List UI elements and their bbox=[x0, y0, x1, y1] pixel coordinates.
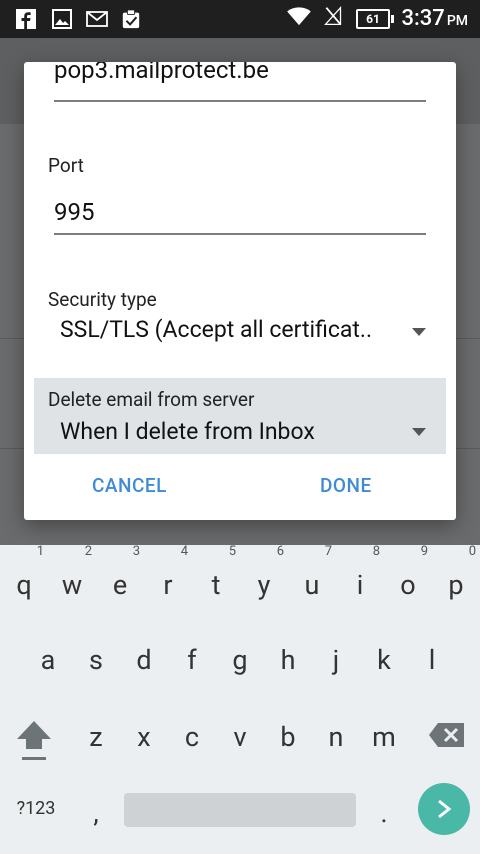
key-m[interactable]: m bbox=[360, 709, 408, 765]
server-field[interactable]: pop3.mailprotect.be bbox=[54, 62, 269, 84]
key-label: u bbox=[304, 569, 320, 601]
key-hint: 1 bbox=[36, 544, 44, 559]
gallery-icon bbox=[52, 9, 72, 29]
key-h[interactable]: h bbox=[264, 632, 312, 688]
key-label: i bbox=[356, 569, 364, 601]
dropdown-arrow-icon bbox=[412, 428, 426, 436]
key-g[interactable]: g bbox=[216, 632, 264, 688]
key-label: y bbox=[257, 569, 271, 601]
key-l[interactable]: l bbox=[408, 632, 456, 688]
port-field-underline bbox=[54, 233, 426, 235]
key-hint: 8 bbox=[372, 544, 380, 559]
clock: 3:37 PM bbox=[402, 6, 469, 31]
soft-keyboard: 1q2w3e4r5t6y7u8i9o0p asdfghjkl zxcvbnm ?… bbox=[0, 545, 480, 854]
delete-email-dropdown[interactable]: Delete email from server When I delete f… bbox=[34, 378, 446, 454]
clipboard-check-icon bbox=[122, 9, 140, 29]
delete-email-label: Delete email from server bbox=[48, 388, 255, 411]
key-label: e bbox=[112, 569, 128, 601]
server-value: pop3.mailprotect.be bbox=[54, 62, 269, 84]
symbols-key[interactable]: ?123 bbox=[10, 781, 62, 837]
server-field-underline bbox=[54, 100, 426, 102]
comma-key[interactable]: , bbox=[72, 785, 120, 841]
key-x[interactable]: x bbox=[120, 709, 168, 765]
key-s[interactable]: s bbox=[72, 632, 120, 688]
battery-level: 61 bbox=[366, 12, 380, 26]
battery-icon: 61 bbox=[356, 9, 394, 29]
wifi-icon bbox=[287, 7, 311, 26]
key-d[interactable]: d bbox=[120, 632, 168, 688]
clock-ampm: PM bbox=[446, 13, 468, 29]
key-hint: 2 bbox=[84, 544, 92, 559]
key-label: w bbox=[61, 569, 83, 601]
key-e[interactable]: 3e bbox=[96, 545, 144, 613]
key-t[interactable]: 5t bbox=[192, 545, 240, 613]
key-a[interactable]: a bbox=[24, 632, 72, 688]
key-hint: 9 bbox=[420, 544, 428, 559]
key-label: p bbox=[448, 569, 464, 601]
chevron-right-icon bbox=[438, 799, 452, 819]
incoming-server-settings-dialog: pop3.mailprotect.be Port 995 Security ty… bbox=[24, 62, 456, 520]
next-key[interactable] bbox=[418, 783, 470, 835]
space-key[interactable] bbox=[124, 793, 356, 827]
key-label: t bbox=[211, 569, 221, 601]
shift-key[interactable] bbox=[10, 713, 58, 769]
shift-arrow-icon bbox=[17, 721, 51, 760]
security-type-dropdown[interactable]: SSL/TLS (Accept all certificat.. bbox=[34, 314, 446, 350]
key-v[interactable]: v bbox=[216, 709, 264, 765]
key-label: o bbox=[400, 569, 416, 601]
key-r[interactable]: 4r bbox=[144, 545, 192, 613]
key-w[interactable]: 2w bbox=[48, 545, 96, 613]
key-hint: 7 bbox=[324, 544, 332, 559]
dropdown-arrow-icon bbox=[412, 328, 426, 336]
no-signal-icon bbox=[324, 6, 342, 25]
key-label: q bbox=[16, 569, 32, 601]
key-y[interactable]: 6y bbox=[240, 545, 288, 613]
facebook-icon bbox=[16, 9, 36, 29]
backspace-key[interactable] bbox=[422, 713, 470, 769]
port-field[interactable]: 995 bbox=[54, 198, 94, 226]
key-hint: 4 bbox=[180, 544, 188, 559]
key-b[interactable]: b bbox=[264, 709, 312, 765]
key-hint: 0 bbox=[468, 544, 476, 559]
key-z[interactable]: z bbox=[72, 709, 120, 765]
period-key[interactable]: . bbox=[360, 785, 408, 841]
security-type-label: Security type bbox=[48, 288, 157, 311]
key-f[interactable]: f bbox=[168, 632, 216, 688]
key-hint: 3 bbox=[132, 544, 140, 559]
key-o[interactable]: 9o bbox=[384, 545, 432, 613]
port-label: Port bbox=[48, 154, 84, 177]
delete-email-value: When I delete from Inbox bbox=[60, 418, 315, 445]
key-p[interactable]: 0p bbox=[432, 545, 480, 613]
key-i[interactable]: 8i bbox=[336, 545, 384, 613]
key-k[interactable]: k bbox=[360, 632, 408, 688]
key-u[interactable]: 7u bbox=[288, 545, 336, 613]
key-n[interactable]: n bbox=[312, 709, 360, 765]
key-hint: 6 bbox=[276, 544, 284, 559]
mail-icon bbox=[86, 11, 108, 27]
security-type-value: SSL/TLS (Accept all certificat.. bbox=[60, 316, 373, 343]
clock-time: 3:37 bbox=[401, 6, 445, 31]
key-j[interactable]: j bbox=[312, 632, 360, 688]
key-hint: 5 bbox=[228, 544, 236, 559]
status-bar: 61 3:37 PM bbox=[0, 0, 480, 38]
backspace-icon bbox=[429, 723, 464, 747]
key-c[interactable]: c bbox=[168, 709, 216, 765]
key-q[interactable]: 1q bbox=[0, 545, 48, 613]
cancel-button[interactable]: CANCEL bbox=[92, 474, 167, 497]
done-button[interactable]: DONE bbox=[320, 474, 372, 497]
key-label: r bbox=[163, 569, 173, 601]
